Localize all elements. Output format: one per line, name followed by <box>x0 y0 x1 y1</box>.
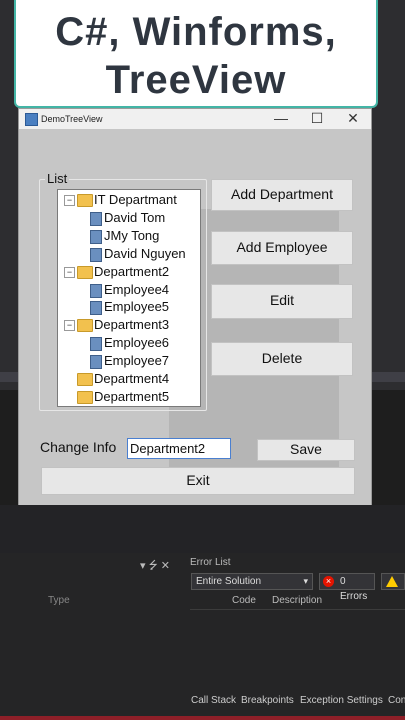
chevron-down-icon: ▾ <box>303 576 308 586</box>
department-treeview[interactable]: − IT Departmant David Tom JMy Tong David Ngu… <box>57 189 201 407</box>
change-info-label: Change Info <box>40 439 117 455</box>
tree-node-label: Employee7 <box>104 353 170 369</box>
pane-header-icons[interactable]: ▾ ⭍ ✕ <box>140 557 170 576</box>
tree-node-label: Employee4 <box>104 281 170 297</box>
form-client-area: List − IT Departmant David Tom JMy Tong Davi… <box>19 129 371 505</box>
code-column-header[interactable]: Code <box>232 595 256 606</box>
add-department-button[interactable]: Add Department <box>211 179 353 211</box>
tree-node-label: Employee5 <box>104 299 170 315</box>
folder-icon <box>77 265 93 279</box>
ide-background-mid <box>0 505 405 553</box>
tree-node-label: Department2 <box>94 263 170 279</box>
minimize-button[interactable]: — <box>263 109 299 129</box>
error-icon: × <box>323 576 334 587</box>
errors-filter-button[interactable]: × 0 Errors <box>319 573 375 602</box>
tree-node-label: David Nguyen <box>104 245 186 261</box>
scope-dropdown[interactable]: Entire Solution ▾ <box>191 573 313 590</box>
employee-icon <box>90 247 102 262</box>
employee-icon <box>90 301 102 316</box>
window-titlebar[interactable]: DemoTreeView — ☐ ✕ <box>19 109 371 129</box>
window-title: DemoTreeView <box>41 114 103 124</box>
save-button[interactable]: Save <box>257 439 355 461</box>
status-bar <box>0 716 405 720</box>
collapse-icon[interactable]: − <box>64 195 75 206</box>
tree-node-label: JMy Tong <box>104 227 160 243</box>
error-list-title: Error List <box>190 557 231 568</box>
demo-tree-view-window: DemoTreeView — ☐ ✕ List − IT Departmant Da… <box>18 108 372 505</box>
folder-icon <box>77 373 93 386</box>
maximize-button[interactable]: ☐ <box>299 109 335 129</box>
folder-icon <box>77 390 93 404</box>
employee-icon <box>90 211 102 226</box>
tree-node-label: Department5 <box>94 388 170 404</box>
tree-node-label: David Tom <box>104 209 166 225</box>
banner-line-2: TreeView <box>105 58 287 102</box>
list-group-label: List <box>45 171 70 186</box>
add-employee-button[interactable]: Add Employee <box>211 231 353 265</box>
folder-icon <box>77 194 93 207</box>
tree-node-label: Employee6 <box>104 335 170 351</box>
title-banner: C#, Winforms, TreeView <box>14 0 378 108</box>
app-icon <box>25 113 38 126</box>
employee-icon <box>90 337 102 352</box>
type-column-label: Type <box>48 595 70 606</box>
collapse-icon[interactable]: − <box>64 266 75 278</box>
delete-button[interactable]: Delete <box>211 342 353 376</box>
scope-dropdown-value: Entire Solution <box>196 576 262 587</box>
left-pane-header: ▾ ⭍ ✕ <box>0 555 184 573</box>
close-button[interactable]: ✕ <box>335 109 371 129</box>
collapse-icon[interactable]: − <box>64 320 75 332</box>
employee-icon <box>90 283 102 298</box>
warnings-filter-button[interactable] <box>381 573 405 590</box>
banner-line-1: C#, Winforms, <box>55 10 337 54</box>
warning-icon <box>386 576 398 587</box>
tree-node-label: Department3 <box>94 317 170 333</box>
change-info-input[interactable]: Department2 <box>127 438 231 459</box>
employee-icon <box>90 229 102 244</box>
description-column-header[interactable]: Description <box>272 595 322 606</box>
edit-button[interactable]: Edit <box>211 284 353 319</box>
exit-button[interactable]: Exit <box>41 467 355 495</box>
folder-icon <box>77 319 93 333</box>
tree-node-label: Department4 <box>94 371 170 386</box>
employee-icon <box>90 355 102 370</box>
tree-node-label: IT Departmant <box>94 192 177 207</box>
